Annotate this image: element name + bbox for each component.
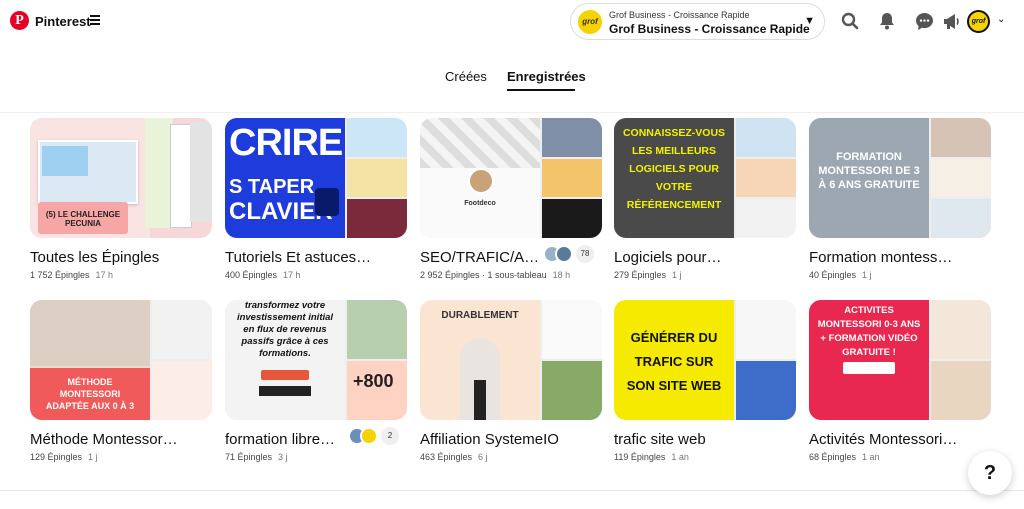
updated-time: 6 j (478, 452, 488, 462)
menu-icon[interactable] (90, 15, 100, 25)
cover-text: CRIRE (229, 122, 343, 164)
help-button[interactable]: ? (968, 451, 1012, 495)
board-meta: 40 Épingles 1 j (809, 270, 991, 280)
top-bar: P Pinterest grof Grof Business - Croissa… (0, 0, 1024, 44)
board-meta: 400 Épingles 17 h (225, 270, 407, 280)
updated-time: 18 h (552, 270, 571, 280)
board-card[interactable]: GÉNÉRER DU TRAFIC SUR SON SITE WEB trafi… (614, 300, 796, 462)
board-title[interactable]: Activités Montessori 0… (809, 431, 959, 448)
board-meta: 129 Épingles 1 j (30, 452, 212, 462)
cover-text: ACTIVITES MONTESSORI 0-3 ANS + FORMATION… (817, 305, 921, 358)
updated-time: 17 h (95, 270, 114, 280)
pin-count: 71 Épingles (225, 452, 273, 462)
pin-count: 119 Épingles (614, 452, 666, 462)
pin-count: 68 Épingles (809, 452, 857, 462)
board-card[interactable]: MÉTHODE MONTESSORI ADAPTÉE AUX 0 À 3 Mét… (30, 300, 212, 462)
board-meta: 463 Épingles 6 j (420, 452, 602, 462)
subboard-count: 1 sous-tableau (487, 270, 547, 280)
cover-text: Footdeco (464, 200, 496, 207)
board-meta: 119 Épingles 1 an (614, 452, 796, 462)
account-line-1: Grof Business - Croissance Rapide (609, 10, 750, 20)
brand-name[interactable]: Pinterest (35, 14, 91, 29)
board-meta: 2 952 Épingles · 1 sous-tableau 18 h (420, 270, 571, 280)
chevron-down-icon[interactable]: ⌄ (997, 14, 1005, 25)
collaborator-count: 2 (381, 427, 399, 445)
divider (0, 490, 1024, 491)
pinterest-logo-icon[interactable]: P (10, 11, 29, 30)
account-avatar: grof (578, 10, 602, 34)
pin-count: 463 Épingles (420, 452, 473, 462)
board-title[interactable]: Affiliation SystemeIO (420, 431, 570, 448)
board-cover[interactable]: ACTIVITES MONTESSORI 0-3 ANS + FORMATION… (809, 300, 991, 420)
divider (0, 112, 1024, 113)
bell-icon[interactable] (876, 10, 898, 32)
board-meta: 68 Épingles 1 an (809, 452, 991, 462)
board-card[interactable]: FORMATION MONTESSORI DE 3 À 6 ANS GRATUI… (809, 118, 991, 280)
board-cover[interactable]: DURABLEMENT (420, 300, 602, 420)
board-card[interactable]: DURABLEMENT Affiliation SystemeIO 463 Ép… (420, 300, 602, 462)
collaborators[interactable]: 2 (348, 426, 399, 446)
board-cover[interactable]: Footdeco (420, 118, 602, 238)
account-line-2: Grof Business - Croissance Rapide (609, 22, 810, 36)
board-cover[interactable]: MÉTHODE MONTESSORI ADAPTÉE AUX 0 À 3 (30, 300, 212, 420)
board-cover[interactable]: transformez votre investissement initial… (225, 300, 407, 420)
cover-text: FORMATION MONTESSORI DE 3 À 6 ANS GRATUI… (818, 151, 920, 191)
cover-text: MÉTHODE MONTESSORI ADAPTÉE AUX 0 À 3 (45, 377, 135, 411)
board-card[interactable]: ACTIVITES MONTESSORI 0-3 ANS + FORMATION… (809, 300, 991, 462)
tab-saved[interactable]: Enregistrées (507, 69, 586, 84)
updated-time: 17 h (283, 270, 301, 280)
updated-time: 1 j (88, 452, 98, 462)
board-title[interactable]: trafic site web (614, 431, 764, 448)
board-cover[interactable]: CONNAISSEZ-VOUS LES MEILLEURS LOGICIELS … (614, 118, 796, 238)
collaborator-avatar (555, 245, 573, 263)
pin-count: 129 Épingles (30, 452, 83, 462)
board-card[interactable]: (5) LE CHALLENGE PECUNIA Toutes les Épin… (30, 118, 212, 280)
cover-text: transformez votre investissement initial… (236, 300, 334, 359)
updated-time: 1 j (672, 270, 682, 280)
pin-count: 279 Épingles (614, 270, 667, 280)
pin-count: 40 Épingles (809, 270, 857, 280)
updated-time: 3 j (278, 452, 288, 462)
cover-text: (5) LE CHALLENGE PECUNIA (45, 210, 121, 228)
board-cover[interactable]: (5) LE CHALLENGE PECUNIA (30, 118, 212, 238)
chevron-down-icon: ▼ (804, 15, 815, 27)
collaborator-avatar (360, 427, 378, 445)
board-cover[interactable]: CRIRE S TAPER CLAVIER (225, 118, 407, 238)
active-tab-indicator (507, 89, 575, 91)
board-card[interactable]: CONNAISSEZ-VOUS LES MEILLEURS LOGICIELS … (614, 118, 796, 280)
messages-icon[interactable] (913, 10, 935, 32)
board-meta: 279 Épingles 1 j (614, 270, 796, 280)
collaborators[interactable]: 78 (543, 244, 594, 264)
tab-created[interactable]: Créées (445, 69, 487, 84)
updated-time: 1 an (862, 452, 880, 462)
cover-text: GÉNÉRER DU TRAFIC SUR SON SITE WEB (626, 330, 722, 393)
board-meta: 71 Épingles 3 j (225, 452, 407, 462)
pin-count: 2 952 Épingles (420, 270, 480, 280)
board-meta: 1 752 Épingles 17 h (30, 270, 212, 280)
board-title[interactable]: Formation montessori… (809, 249, 959, 266)
board-title[interactable]: Tutoriels Et astuces… (225, 249, 375, 266)
megaphone-icon[interactable] (940, 10, 962, 32)
board-card[interactable]: CRIRE S TAPER CLAVIER Tutoriels Et astuc… (225, 118, 407, 280)
board-cover[interactable]: FORMATION MONTESSORI DE 3 À 6 ANS GRATUI… (809, 118, 991, 238)
pin-count: 400 Épingles (225, 270, 278, 280)
cover-text: CONNAISSEZ-VOUS LES MEILLEURS LOGICIELS … (622, 127, 726, 211)
updated-time: 1 an (671, 452, 689, 462)
board-card[interactable]: transformez votre investissement initial… (225, 300, 407, 462)
board-title[interactable]: Toutes les Épingles (30, 249, 180, 266)
cover-text: DURABLEMENT (441, 310, 519, 321)
board-cover[interactable]: GÉNÉRER DU TRAFIC SUR SON SITE WEB (614, 300, 796, 420)
user-avatar[interactable]: grof (967, 10, 990, 33)
collaborator-count: 78 (576, 245, 594, 263)
board-title[interactable]: Logiciels pour… (614, 249, 764, 266)
search-icon[interactable] (839, 10, 861, 32)
updated-time: 1 j (862, 270, 872, 280)
account-switcher[interactable]: grof Grof Business - Croissance Rapide G… (570, 3, 825, 40)
board-title[interactable]: Méthode Montessori … (30, 431, 180, 448)
pin-count: 1 752 Épingles (30, 270, 90, 280)
board-card[interactable]: Footdeco 78 SEO/TRAFIC/A… 2 952 Épingles… (420, 118, 602, 280)
